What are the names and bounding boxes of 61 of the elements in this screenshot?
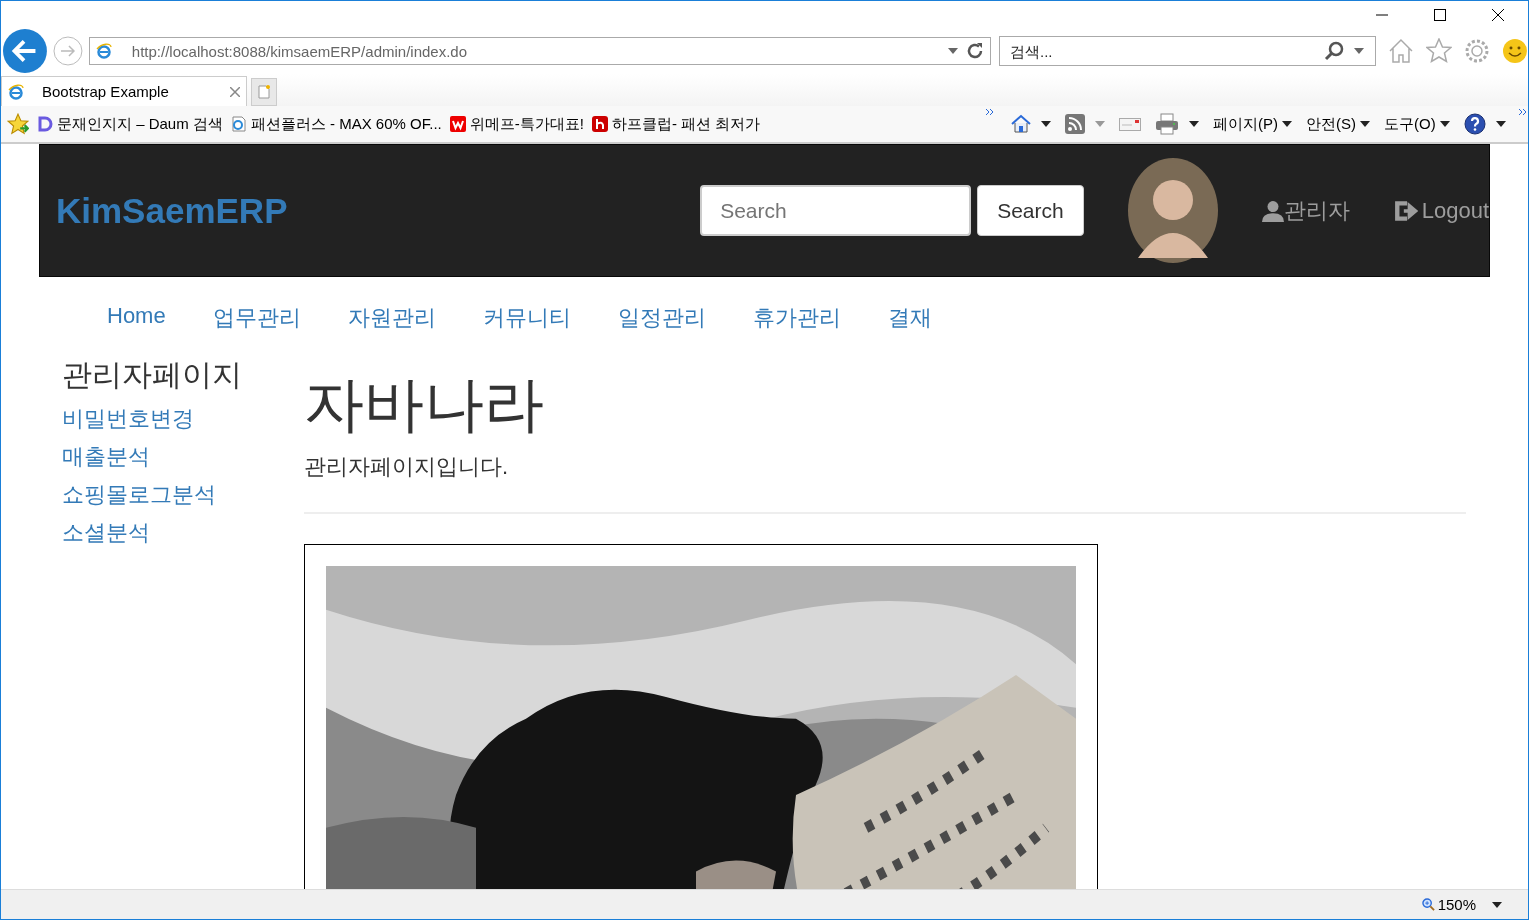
sidebar-title: 관리자페이지 [62,357,243,393]
page-icon [230,116,247,132]
page-icon [8,83,24,100]
nav-link[interactable]: 결재 [887,303,932,351]
nav-link[interactable]: Home [107,303,166,351]
refresh-icon[interactable] [966,42,984,60]
sidebar-link[interactable]: 매출분석 [62,438,304,476]
home-icon[interactable] [1011,114,1051,134]
tab-title: Bootstrap Example [41,83,170,100]
chevron-icon[interactable] [985,108,995,116]
nav-link[interactable]: 업무관리 [212,303,301,351]
brand-link[interactable]: KimSaemERP [56,190,288,231]
mail-icon[interactable] [1119,116,1141,132]
feed-icon[interactable] [1065,114,1105,134]
page-subtitle: 관리자페이지입니다. [304,453,510,481]
user-link[interactable]: 관리자 [1261,195,1350,226]
nav-link[interactable]: 일정관리 [617,303,706,351]
caret-icon [1282,121,1292,127]
page-icon [95,43,112,59]
help-icon[interactable] [1463,113,1506,135]
browser-search-field[interactable]: 검색... [999,36,1377,66]
browser-tab[interactable]: Bootstrap Example [1,76,247,106]
url-text: http://localhost:8088/kimsaemERP/admin/index.do [130,42,469,60]
nav-link[interactable]: 커뮤니티 [482,303,571,351]
dropdown-caret-icon[interactable] [1492,901,1502,908]
site-logo-icon [449,116,466,132]
site-logo-icon [37,116,53,132]
favorite-link[interactable]: 하프클럽- 패션 최저가 [591,114,761,134]
command-menu[interactable]: 페이지(P) [1213,114,1292,134]
sidebar-link[interactable]: 비밀번호변경 [62,400,304,438]
zoom-level[interactable]: 150% [1421,896,1476,913]
caret-icon [1360,121,1370,127]
chevron-icon[interactable] [1517,108,1528,116]
sidebar-link[interactable]: 소셜분석 [62,514,304,552]
address-bar[interactable]: http://localhost:8088/kimsaemERP/admin/index.do [88,37,991,65]
search-icon[interactable] [1324,41,1345,61]
nav-link[interactable]: 휴가관리 [752,303,841,351]
favorite-link[interactable]: 위메프-특가대표! [449,114,584,134]
favorites-star-icon[interactable] [7,113,29,135]
new-page-icon [258,85,270,99]
caret-icon [1439,121,1450,127]
search-button[interactable]: Search [977,185,1084,236]
user-icon [1261,199,1284,222]
close-icon[interactable] [1492,8,1504,21]
favorite-link[interactable]: 문재인지지 – Daum 검색 [37,114,223,134]
favorite-link[interactable]: 패션플러스 - MAX 60% OF... [230,114,442,134]
zoom-icon [1421,898,1435,911]
nav-link[interactable]: 자원관리 [347,303,436,351]
sidebar-link[interactable]: 쇼핑몰로그분석 [62,476,304,514]
page-heading: 자바나라 [304,370,545,440]
search-field[interactable]: Search [700,185,972,236]
site-logo-icon [591,116,608,132]
command-menu[interactable]: 도구(O) [1384,114,1450,134]
star-icon[interactable] [1426,38,1453,64]
maximize-icon[interactable] [1434,8,1446,21]
logout-link[interactable]: Logout [1393,197,1489,224]
smiley-icon[interactable] [1502,38,1528,64]
logout-icon [1393,199,1418,222]
command-menu[interactable]: 안전(S) [1306,114,1370,134]
avatar-icon [1127,158,1218,263]
printer-icon[interactable] [1155,113,1199,135]
